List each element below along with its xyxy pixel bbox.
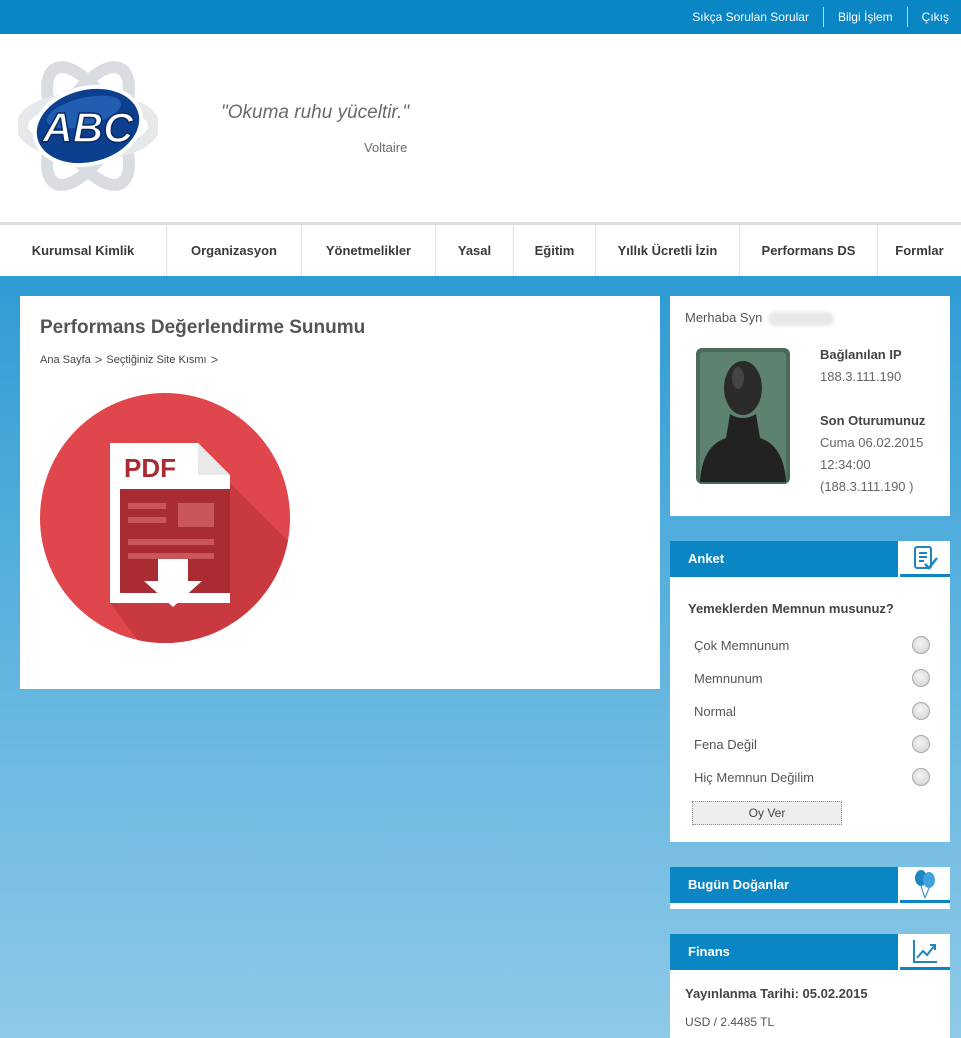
main-content-panel: Performans Değerlendirme Sunumu Ana Sayf…: [20, 296, 660, 689]
greeting: Merhaba Syn: [685, 310, 835, 326]
poll-title: Anket: [670, 541, 898, 577]
it-link[interactable]: Bilgi İşlem: [824, 7, 907, 27]
poll-radio[interactable]: [912, 768, 930, 786]
faq-link[interactable]: Sıkça Sorulan Sorular: [678, 7, 823, 27]
quote-author: Voltaire: [364, 140, 408, 155]
abc-logo[interactable]: ABC: [18, 50, 158, 202]
birthdays-title: Bugün Doğanlar: [670, 867, 898, 903]
breadcrumb-home[interactable]: Ana Sayfa: [40, 354, 91, 366]
poll-header: Anket: [670, 541, 950, 577]
birthdays-icon-box: [900, 867, 950, 903]
nav-item-yasal[interactable]: Yasal: [436, 225, 514, 276]
survey-check-icon: [914, 545, 938, 570]
finance-header: Finans: [670, 934, 950, 970]
usd-rate: USD / 2.4485 TL: [685, 1015, 775, 1029]
poll-icon-box: [900, 541, 950, 577]
breadcrumb-separator: >: [94, 352, 103, 367]
nav-item-kurumsal-kimlik[interactable]: Kurumsal Kimlik: [0, 225, 167, 276]
pdf-label: PDF: [124, 453, 176, 483]
nav-item-yillik-izin[interactable]: Yıllık Ücretli İzin: [596, 225, 740, 276]
ip-value: 188.3.111.190: [820, 369, 902, 384]
poll-question: Yemeklerden Memnun musunuz?: [688, 601, 894, 616]
poll-radio[interactable]: [912, 669, 930, 687]
vote-button[interactable]: Oy Ver: [692, 801, 842, 825]
main-nav: Kurumsal Kimlik Organizasyon Yönetmelikl…: [0, 222, 961, 276]
top-links: Sıkça Sorulan Sorular Bilgi İşlem Çıkış: [678, 0, 949, 34]
poll-option-label: Çok Memnunum: [694, 637, 790, 653]
poll-radio[interactable]: [912, 636, 930, 654]
greeting-text: Merhaba Syn: [685, 310, 763, 325]
blurred-username: [768, 311, 835, 326]
user-info-panel: Merhaba Syn Bağlanılan IP 188.3.111.190 …: [670, 296, 950, 516]
poll-option[interactable]: Hiç Memnun Değilim: [694, 766, 934, 788]
poll-option-label: Fena Değil: [694, 736, 757, 752]
site-header: ABC "Okuma ruhu yüceltir." Voltaire: [0, 34, 961, 222]
session-time: 12:34:00: [820, 457, 871, 472]
birthdays-header: Bugün Doğanlar: [670, 867, 950, 903]
poll-option-label: Memnunum: [694, 670, 763, 686]
finance-icon-box: [900, 934, 950, 970]
nav-item-formlar[interactable]: Formlar: [878, 225, 961, 276]
birthdays-widget: Bugün Doğanlar: [670, 867, 950, 909]
finance-title: Finans: [670, 934, 898, 970]
logout-link[interactable]: Çıkış: [908, 7, 949, 27]
ip-label: Bağlanılan IP: [820, 347, 902, 362]
nav-item-performans-ds[interactable]: Performans DS: [740, 225, 878, 276]
nav-item-organizasyon[interactable]: Organizasyon: [167, 225, 302, 276]
finance-widget: Finans Yayınlanma Tarihi: 05.02.2015 USD…: [670, 934, 950, 1038]
pdf-download-icon[interactable]: PDF: [40, 393, 290, 643]
poll-widget: Anket Yemeklerden Memnun musunuz? Çok Me…: [670, 541, 950, 842]
logo-text: ABC: [42, 104, 135, 151]
nav-item-yonetmelikler[interactable]: Yönetmelikler: [302, 225, 436, 276]
top-bar: Sıkça Sorulan Sorular Bilgi İşlem Çıkış: [0, 0, 961, 34]
nav-item-egitim[interactable]: Eğitim: [514, 225, 596, 276]
page-title: Performans Değerlendirme Sunumu: [40, 317, 366, 338]
poll-option[interactable]: Fena Değil: [694, 733, 934, 755]
poll-option-label: Hiç Memnun Değilim: [694, 769, 814, 785]
breadcrumb: Ana Sayfa > Seçtiğiniz Site Kısmı >: [40, 352, 222, 367]
finance-date: Yayınlanma Tarihi: 05.02.2015: [685, 986, 868, 1001]
poll-option[interactable]: Çok Memnunum: [694, 634, 934, 656]
user-avatar-icon: [696, 348, 790, 484]
balloons-icon: [915, 869, 935, 898]
session-ip: (188.3.111.190 ): [820, 479, 914, 494]
poll-option[interactable]: Normal: [694, 700, 934, 722]
poll-option-label: Normal: [694, 703, 736, 719]
quote-text: "Okuma ruhu yüceltir.": [221, 102, 410, 123]
poll-radio[interactable]: [912, 735, 930, 753]
poll-option[interactable]: Memnunum: [694, 667, 934, 689]
chart-up-icon: [913, 939, 937, 963]
session-date: Cuma 06.02.2015: [820, 435, 924, 450]
breadcrumb-current[interactable]: Seçtiğiniz Site Kısmı: [106, 354, 206, 366]
session-label: Son Oturumunuz: [820, 413, 926, 428]
breadcrumb-separator: >: [210, 352, 219, 367]
poll-radio[interactable]: [912, 702, 930, 720]
